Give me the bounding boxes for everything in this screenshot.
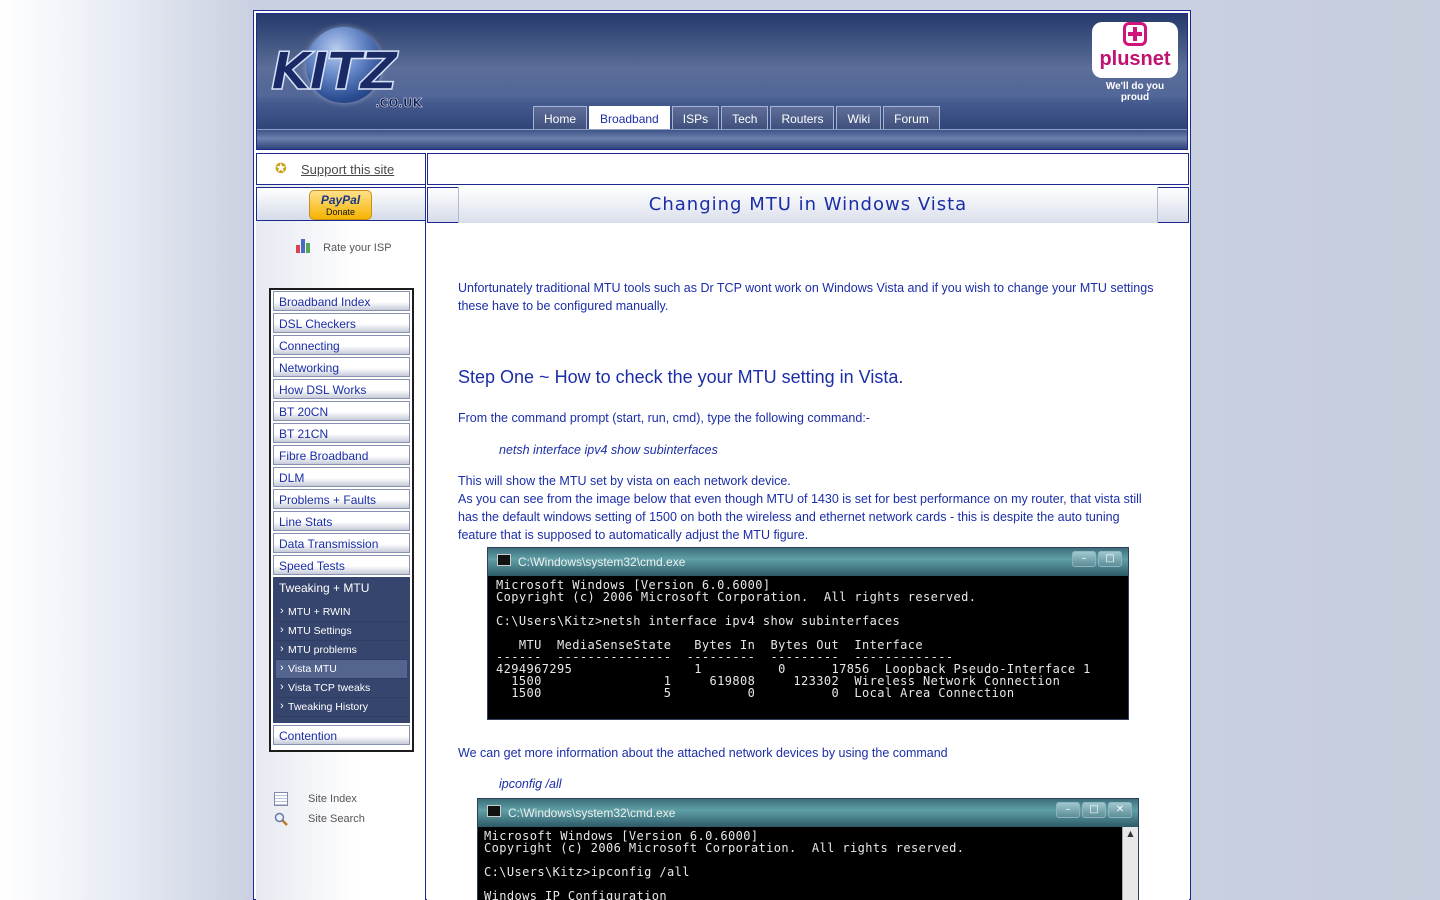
submenu-item-tweaking-history[interactable]: Tweaking History	[276, 697, 407, 717]
cmd-app-icon	[487, 805, 501, 817]
cmd-line: 1500 5 0 0 Local Area Connection	[496, 686, 1015, 700]
cmd-title: C:\Windows\system32\cmd.exe	[508, 806, 676, 820]
more-info-text: We can get more information about the at…	[458, 746, 948, 760]
menu-item-connecting[interactable]: Connecting	[273, 335, 410, 355]
minimize-icon[interactable]: –	[1072, 551, 1096, 567]
command-2: ipconfig /all	[499, 777, 562, 791]
footer-links: Site Index Site Search	[274, 789, 365, 829]
result-detail: As you can see from the image below that…	[458, 492, 1142, 542]
window-controls: – □ ✕	[1056, 802, 1132, 818]
result-line: This will show the MTU set by vista on e…	[458, 474, 791, 488]
cmd-output-1: Microsoft Windows [Version 6.0.6000] Copy…	[488, 576, 1128, 719]
menu-item-dsl-checkers[interactable]: DSL Checkers	[273, 313, 410, 333]
step-one-text: From the command prompt (start, run, cmd…	[458, 411, 870, 425]
cmd-titlebar: C:\Windows\system32\cmd.exe – □	[488, 548, 1128, 576]
document-icon	[274, 792, 288, 806]
site-search-label: Site Search	[308, 813, 365, 825]
logo-domain: .CO.UK	[375, 96, 422, 111]
menu-item-data-transmission[interactable]: Data Transmission	[273, 533, 410, 553]
site-index-label: Site Index	[308, 793, 357, 805]
cmd-scrollbar[interactable]: ▲	[1122, 827, 1138, 900]
kitz-logo[interactable]: KITZ .CO.UK	[270, 24, 431, 110]
scroll-up-icon[interactable]: ▲	[1123, 827, 1138, 841]
sidebar: ✪ Support this site PayPal Donate Rate y…	[256, 153, 426, 900]
title-bar: Changing MTU in Windows Vista	[427, 187, 1189, 223]
menu-item-broadband-index[interactable]: Broadband Index	[273, 291, 410, 311]
cmd-line: Windows IP Configuration	[484, 889, 667, 900]
menu-item-bt-20cn[interactable]: BT 20CN	[273, 401, 410, 421]
menu-item-networking[interactable]: Networking	[273, 357, 410, 377]
support-link[interactable]: Support this site	[301, 162, 394, 177]
magnifier-icon	[274, 812, 288, 826]
logo-word: KITZ	[270, 41, 398, 103]
site-header: KITZ .CO.UK plusnet We'll do you proud H…	[256, 13, 1188, 150]
maximize-icon[interactable]: □	[1098, 551, 1122, 567]
cmd-line: C:\Users\Kitz>netsh interface ipv4 show …	[496, 614, 901, 628]
rate-isp-label: Rate your ISP	[323, 242, 392, 254]
paypal-donate-button[interactable]: PayPal Donate	[309, 190, 372, 220]
plusnet-tagline: We'll do you proud	[1105, 81, 1165, 103]
top-strip	[427, 153, 1189, 185]
maximize-icon[interactable]: □	[1082, 802, 1106, 818]
menu-item-contention[interactable]: Contention	[273, 725, 410, 745]
site-search-link[interactable]: Site Search	[274, 809, 365, 829]
step-one-heading: Step One ~ How to check the your MTU set…	[458, 367, 904, 387]
menu-item-tweaking-mtu[interactable]: Tweaking + MTU	[273, 577, 410, 597]
rate-isp-link[interactable]: Rate your ISP	[296, 239, 392, 254]
cmd-titlebar: C:\Windows\system32\cmd.exe – □ ✕	[478, 799, 1138, 827]
cmd-window-1: C:\Windows\system32\cmd.exe – □ Microsof…	[487, 547, 1129, 720]
submenu-item-vista-mtu[interactable]: Vista MTU	[276, 659, 407, 679]
command-1: netsh interface ipv4 show subinterfaces	[499, 443, 718, 457]
plusnet-name: plusnet	[1099, 48, 1171, 70]
site-index-link[interactable]: Site Index	[274, 789, 365, 809]
menu-item-speed-tests[interactable]: Speed Tests	[273, 555, 410, 575]
menu-item-problems-faults[interactable]: Problems + Faults	[273, 489, 410, 509]
paypal-label: Donate	[325, 207, 356, 217]
plusnet-cross-icon	[1123, 22, 1147, 46]
menu-item-how-dsl-works[interactable]: How DSL Works	[273, 379, 410, 399]
cmd-app-icon	[497, 554, 511, 566]
menu-item-dlm[interactable]: DLM	[273, 467, 410, 487]
menu-item-bt-21cn[interactable]: BT 21CN	[273, 423, 410, 443]
submenu-item-mtu-settings[interactable]: MTU Settings	[276, 621, 407, 641]
submenu-item-vista-tcp-tweaks[interactable]: Vista TCP tweaks	[276, 678, 407, 698]
donate-row: PayPal Donate	[256, 187, 426, 221]
support-row: ✪ Support this site	[256, 153, 426, 185]
award-icon: ✪	[275, 161, 287, 177]
cmd-title: C:\Windows\system32\cmd.exe	[518, 555, 686, 569]
submenu-item-mtu-rwin[interactable]: MTU + RWIN	[276, 602, 407, 622]
cmd-line: Copyright (c) 2006 Microsoft Corporation…	[484, 841, 965, 855]
cmd-line: C:\Users\Kitz>ipconfig /all	[484, 865, 690, 879]
main-content: Changing MTU in Windows Vista Unfortunat…	[427, 153, 1189, 900]
intro-text: Unfortunately traditional MTU tools such…	[458, 281, 1154, 313]
bar-chart-icon	[296, 239, 314, 253]
submenu-item-mtu-problems[interactable]: MTU problems	[276, 640, 407, 660]
page-title: Changing MTU in Windows Vista	[458, 187, 1158, 223]
menu-item-fibre-broadband[interactable]: Fibre Broadband	[273, 445, 410, 465]
paypal-brand: PayPal	[320, 193, 361, 207]
plusnet-logo: plusnet	[1092, 22, 1178, 78]
header-bottom-bar	[257, 129, 1187, 149]
section-menu: Broadband Index DSL Checkers Connecting Net…	[269, 288, 414, 752]
cmd-output-2: Microsoft Windows [Version 6.0.6000] Copy…	[478, 827, 1122, 900]
plusnet-ad[interactable]: plusnet We'll do you proud	[1091, 22, 1179, 103]
menu-item-line-stats[interactable]: Line Stats	[273, 511, 410, 531]
cmd-window-2: C:\Windows\system32\cmd.exe – □ ✕ Micros…	[477, 798, 1139, 900]
window-controls: – □	[1072, 551, 1122, 567]
page-frame: KITZ .CO.UK plusnet We'll do you proud H…	[253, 10, 1191, 900]
minimize-icon[interactable]: –	[1056, 802, 1080, 818]
close-icon[interactable]: ✕	[1108, 802, 1132, 818]
cmd-line: Copyright (c) 2006 Microsoft Corporation…	[496, 590, 977, 604]
submenu: MTU + RWINMTU SettingsMTU problemsVista …	[273, 597, 410, 723]
